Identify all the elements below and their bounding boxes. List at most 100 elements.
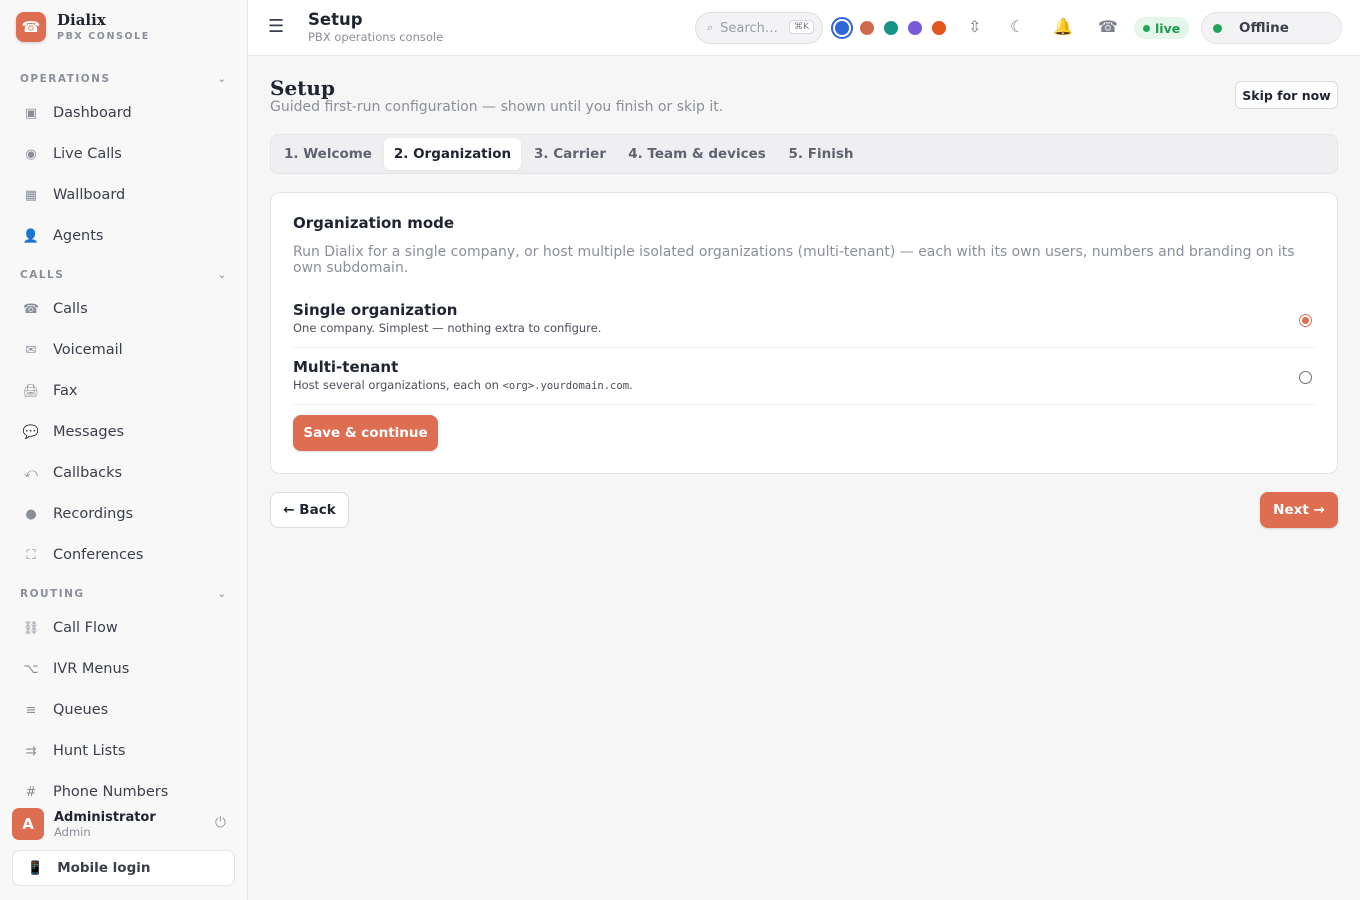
sidebar-item-live-calls[interactable]: ◉ Live Calls — [12, 137, 234, 171]
phone-logo-icon: ☎ — [16, 12, 46, 42]
sidebar-item-ivr-menus[interactable]: ⌥ IVR Menus — [12, 652, 234, 686]
printer-icon: 🖨 — [22, 383, 40, 399]
section-label: CALLS — [20, 269, 65, 281]
sidebar-item-label: Queues — [53, 702, 109, 718]
status-label: Offline — [1239, 20, 1289, 36]
chat-bubble-icon: 💬 — [22, 424, 40, 440]
skip-button[interactable]: Skip for now — [1235, 81, 1338, 109]
link-icon: ⛓ — [22, 620, 40, 636]
sidebar-item-call-flow[interactable]: ⛓ Call Flow — [12, 611, 234, 645]
user-name: Administrator — [54, 809, 156, 825]
conference-icon: ⛶ — [26, 547, 36, 563]
live-calls-icon: ◉ — [25, 146, 37, 162]
back-button[interactable]: ← Back — [270, 492, 349, 528]
sidebar-item-fax[interactable]: 🖨 Fax — [12, 374, 234, 408]
theme-swatch-terracotta[interactable] — [860, 21, 874, 35]
sidebar-item-conferences[interactable]: ⛶ Conferences — [12, 538, 234, 572]
theme-swatch-purple[interactable] — [908, 21, 922, 35]
tab-welcome[interactable]: 1. Welcome — [274, 138, 382, 170]
section-label: OPERATIONS — [20, 73, 111, 85]
sidebar-item-label: Fax — [53, 383, 78, 399]
option-description-text: Host several organizations, each on — [293, 378, 503, 392]
avatar: A — [12, 808, 44, 840]
tab-finish[interactable]: 5. Finish — [777, 138, 865, 170]
notification-bell-icon[interactable]: 🔔 — [1053, 17, 1073, 36]
tab-carrier[interactable]: 3. Carrier — [523, 138, 617, 170]
list-icon: ≡ — [25, 702, 37, 718]
sidebar-item-label: Recordings — [53, 506, 134, 522]
sidebar-item-phone-numbers[interactable]: # Phone Numbers — [12, 775, 234, 797]
callback-arrow-icon: ⤺ — [24, 465, 38, 481]
option-multi-tenant[interactable]: Multi-tenant Host several organizations,… — [293, 348, 1315, 405]
agent-status-select[interactable]: Offline — [1201, 12, 1342, 44]
brand[interactable]: ☎ Dialix PBX CONSOLE — [16, 12, 150, 42]
sidebar: ☎ Dialix PBX CONSOLE OPERATIONS ⌄ ▣ Dash… — [0, 0, 248, 900]
sidebar-item-label: Voicemail — [53, 342, 123, 358]
sidebar-item-label: Call Flow — [53, 620, 118, 636]
mobile-login-button[interactable]: 📱 Mobile login — [12, 850, 235, 886]
hash-icon: # — [25, 784, 37, 798]
theme-swatch-orange[interactable] — [932, 21, 946, 35]
dark-mode-icon[interactable]: ☾ — [1010, 17, 1024, 36]
topbar-subtitle: PBX operations console — [308, 30, 444, 44]
theme-swatch-blue[interactable] — [831, 17, 853, 39]
option-description-end: . — [629, 378, 633, 392]
sidebar-item-queues[interactable]: ≡ Queues — [12, 693, 234, 727]
sidebar-item-label: Calls — [53, 301, 88, 317]
card-description: Run Dialix for a single company, or host… — [293, 244, 1295, 276]
sidebar-item-label: Callbacks — [53, 465, 123, 481]
softphone-icon[interactable]: ☎ — [1098, 17, 1118, 36]
theme-swatch-teal[interactable] — [884, 21, 898, 35]
organization-mode-card: Organization mode Run Dialix for a singl… — [270, 192, 1338, 474]
search-input[interactable]: ⌕ Search… ⌘K — [695, 12, 823, 44]
live-badge: live — [1134, 17, 1190, 39]
option-single-organization[interactable]: Single organization One company. Simples… — [293, 291, 1315, 348]
topbar-title: Setup — [308, 10, 363, 29]
sidebar-item-label: Conferences — [53, 547, 144, 563]
user-profile[interactable]: A Administrator Admin ⏻ — [12, 808, 236, 840]
sidebar-item-voicemail[interactable]: ✉ Voicemail — [12, 333, 234, 367]
sidebar-item-label: Phone Numbers — [53, 784, 169, 797]
section-routing[interactable]: ROUTING ⌄ — [20, 588, 226, 600]
page-subtitle: Guided first-run configuration — shown u… — [270, 99, 724, 115]
subdomain-code: <org>.yourdomain.com — [502, 380, 630, 392]
sidebar-item-calls[interactable]: ☎ Calls — [12, 292, 234, 326]
next-button[interactable]: Next → — [1260, 492, 1338, 528]
sidebar-item-dashboard[interactable]: ▣ Dashboard — [12, 96, 234, 130]
mobile-login-label: Mobile login — [57, 860, 151, 876]
brand-name: Dialix — [57, 11, 106, 29]
radio-single-organization[interactable] — [1299, 314, 1312, 327]
density-toggle-icon[interactable]: ⇳ — [968, 17, 981, 36]
search-placeholder: Search… — [720, 20, 778, 36]
live-label: live — [1155, 20, 1181, 36]
topbar: ☰ Setup PBX operations console ⌕ Search…… — [248, 0, 1360, 56]
tab-team-devices[interactable]: 4. Team & devices — [621, 138, 773, 170]
hamburger-menu-icon[interactable]: ☰ — [268, 16, 284, 37]
sidebar-item-recordings[interactable]: ● Recordings — [12, 497, 234, 531]
sidebar-item-agents[interactable]: 👤 Agents — [12, 219, 234, 253]
section-calls[interactable]: CALLS ⌄ — [20, 269, 226, 281]
setup-steps-tabs: 1. Welcome 2. Organization 3. Carrier 4.… — [270, 134, 1338, 174]
chevron-down-icon: ⌄ — [217, 588, 226, 600]
arrows-right-icon: ⇉ — [25, 743, 37, 759]
brand-subtitle: PBX CONSOLE — [57, 31, 150, 42]
sidebar-item-messages[interactable]: 💬 Messages — [12, 415, 234, 449]
sidebar-item-callbacks[interactable]: ⤺ Callbacks — [12, 456, 234, 490]
option-description: Host several organizations, each on <org… — [293, 378, 633, 392]
power-icon[interactable]: ⏻ — [215, 815, 226, 831]
sidebar-item-wallboard[interactable]: ▦ Wallboard — [12, 178, 234, 212]
user-role: Admin — [54, 824, 91, 839]
phone-icon: ☎ — [22, 301, 40, 317]
save-continue-button[interactable]: Save & continue — [293, 415, 438, 451]
sidebar-item-label: Messages — [53, 424, 125, 440]
section-label: ROUTING — [20, 588, 85, 600]
radio-multi-tenant[interactable] — [1299, 371, 1312, 384]
sidebar-item-hunt-lists[interactable]: ⇉ Hunt Lists — [12, 734, 234, 768]
section-operations[interactable]: OPERATIONS ⌄ — [20, 73, 226, 85]
sidebar-nav[interactable]: OPERATIONS ⌄ ▣ Dashboard ◉ Live Calls ▦ … — [0, 64, 247, 797]
chevron-down-icon: ⌄ — [217, 269, 226, 281]
mobile-phone-icon: 📱 — [27, 860, 44, 876]
sidebar-item-label: Wallboard — [53, 187, 126, 203]
tab-organization[interactable]: 2. Organization — [384, 138, 521, 170]
sidebar-item-label: Hunt Lists — [53, 743, 126, 759]
